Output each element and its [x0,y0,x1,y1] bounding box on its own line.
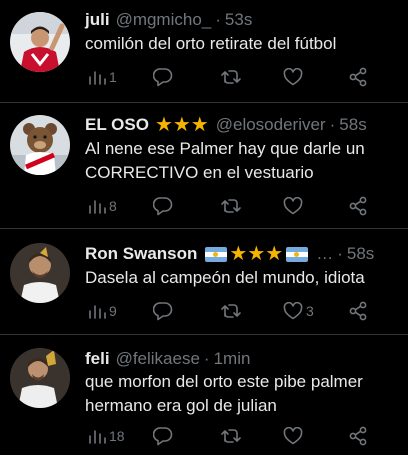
user-handle[interactable]: @mgmicho_ [116,10,212,30]
tweet-text: que morfon del orto este pibe palmer her… [85,370,400,418]
retweet-button[interactable] [220,427,242,445]
views-icon [89,305,106,319]
timestamp[interactable]: 53s [225,10,252,30]
tweet-header: Ron Swanson ★★★ … · 58s [85,242,400,266]
retweet-icon [221,70,241,84]
tweet-text-line: hermano era gol de julian [85,396,277,415]
retweet-icon [221,304,241,318]
views-count: 8 [109,198,117,214]
share-icon [349,301,367,321]
reply-button[interactable] [153,426,173,446]
views-button[interactable]: 1 [88,68,117,86]
reply-button[interactable] [153,67,173,87]
views-count: 18 [109,428,125,444]
star-icon: ★★★ [229,243,284,265]
reply-icon [153,68,173,87]
retweet-button[interactable] [220,197,242,215]
like-button[interactable]: 3 [283,302,314,320]
timestamp[interactable]: 1min [214,349,251,369]
tweet[interactable]: feli @felikaese · 1min que morfon del or… [0,335,408,455]
share-button[interactable] [348,301,368,321]
star-icon: ★★★ [154,114,209,136]
avatar[interactable] [10,243,70,303]
like-icon [283,302,303,320]
timestamp[interactable]: 58s [339,115,366,135]
reply-icon [153,427,173,446]
tweet-actions: 8 [85,194,388,218]
tweet-text-line: que morfon del orto este pibe palmer [85,372,363,391]
argentina-flag-icon [286,246,309,262]
separator-dot: · [203,349,210,368]
retweet-icon [221,199,241,213]
avatar[interactable] [10,348,70,408]
argentina-flag-icon [205,246,228,262]
share-button[interactable] [348,67,368,87]
tweet-text-line: Al nene ese Palmer hay que darle un [85,139,365,158]
tweet-text: comilón del orto retirate del fútbol [85,32,400,56]
tweet-text-line: Dasela al campeón del mundo, idiota [85,268,365,287]
views-icon [89,430,106,444]
views-icon [89,200,106,214]
display-name[interactable]: feli [85,349,110,369]
separator-dot: · [337,244,343,263]
tweet-actions: 9 3 [85,299,388,323]
likes-count: 3 [306,303,314,319]
separator-dot: · [215,10,221,29]
star-badges: ★★★ [155,115,210,135]
reply-icon [153,302,173,321]
reply-button[interactable] [153,301,173,321]
views-count: 1 [109,69,117,85]
truncation-ellipsis: … [316,244,334,263]
retweet-icon [221,429,241,443]
like-button[interactable] [283,68,306,86]
tweet-text: Dasela al campeón del mundo, idiota [85,266,400,290]
share-icon [349,426,367,446]
tweet[interactable]: EL OSO ★★★ @elosoderiver · 58s Al nene e… [0,103,408,229]
tweet-actions: 18 [85,424,388,448]
tweet-text-line: CORRECTIVO en el vestuario [85,163,314,182]
reply-icon [153,197,173,216]
views-button[interactable]: 9 [88,302,117,320]
display-name[interactable]: EL OSO [85,115,149,135]
tweet[interactable]: Ron Swanson ★★★ … · 58s Dasela al campeó… [0,229,408,335]
user-handle[interactable]: @felikaese [116,349,200,369]
tweet-header: EL OSO ★★★ @elosoderiver · 58s [85,113,400,137]
separator-dot: · [329,115,336,134]
badges: ★★★ [203,244,310,264]
share-button[interactable] [348,196,368,216]
views-button[interactable]: 8 [88,197,117,215]
tweet[interactable]: juli @mgmicho_ · 53s comilón del orto re… [0,0,408,103]
like-icon [283,427,303,445]
display-name[interactable]: Ron Swanson [85,244,197,264]
like-button[interactable] [283,427,306,445]
retweet-button[interactable] [220,302,242,320]
tweet-text: Al nene ese Palmer hay que darle un CORR… [85,137,400,185]
views-icon [89,71,106,85]
share-button[interactable] [348,426,368,446]
avatar[interactable] [10,115,70,175]
timestamp[interactable]: 58s [347,244,374,264]
share-icon [349,67,367,87]
views-count: 9 [109,303,117,319]
tweet-header: juli @mgmicho_ · 53s [85,8,400,32]
tweet-header: feli @felikaese · 1min [85,347,400,371]
tweet-actions: 1 [85,65,388,89]
tweet-text-line: comilón del orto retirate del fútbol [85,34,337,53]
display-name[interactable]: juli [85,10,110,30]
views-button[interactable]: 18 [88,427,125,445]
like-button[interactable] [283,197,306,215]
share-icon [349,196,367,216]
like-icon [283,68,303,86]
like-icon [283,197,303,215]
reply-button[interactable] [153,196,173,216]
user-handle[interactable]: @elosoderiver [216,115,326,135]
retweet-button[interactable] [220,68,242,86]
avatar[interactable] [10,12,70,72]
